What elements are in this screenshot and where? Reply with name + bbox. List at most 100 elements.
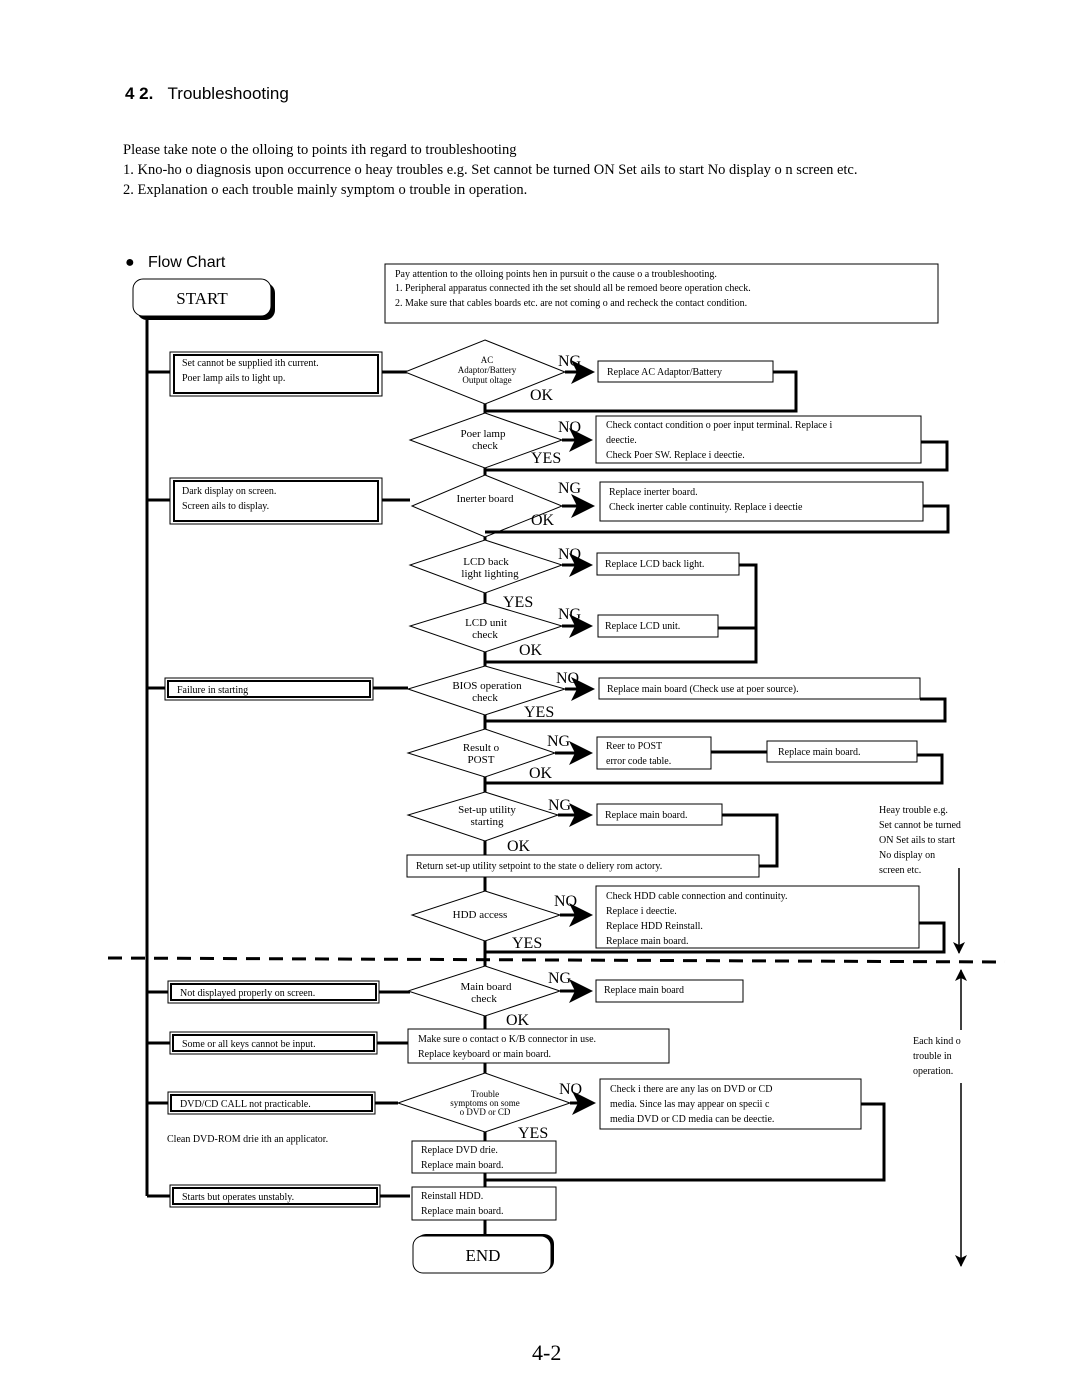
attention-box: Pay attention to the olloing points hen … xyxy=(384,263,939,324)
symptom-text: Not displayed properly on screen. xyxy=(180,988,315,999)
pass-label: YES xyxy=(512,935,542,952)
decision-text: light lighting xyxy=(461,568,519,580)
decision-text: LCD unit xyxy=(465,617,507,629)
symptom-text: Some or all keys cannot be input. xyxy=(182,1039,316,1050)
side-note-line: Set cannot be turned xyxy=(879,820,961,831)
action-box: Check HDD cable connection and continuit… xyxy=(595,885,920,949)
clean-note: Clean DVD-ROM drie ith an applicator. xyxy=(167,1134,328,1145)
decision-ac-adaptor: AC Adaptor/Battery Output oltage NG OK xyxy=(403,339,582,405)
action-box: Replace main board. xyxy=(596,803,723,826)
decision-text: check xyxy=(472,440,498,452)
attention-line-1: Pay attention to the olloing points hen … xyxy=(395,269,717,280)
symptom-text: Poer lamp ails to light up. xyxy=(182,373,285,384)
action-text: Replace LCD unit. xyxy=(605,621,680,632)
action-text: Make sure o contact o K/B connector in u… xyxy=(418,1034,596,1045)
pass-label: OK xyxy=(506,1012,530,1029)
symptom-box: Some or all keys cannot be input. xyxy=(147,1031,408,1055)
decision-text: check xyxy=(472,629,498,641)
decision-text: POST xyxy=(468,754,495,766)
decision-inverter-board: Inerter board NG OK xyxy=(410,474,582,538)
troubleshooting-flowchart: Pay attention to the olloing points hen … xyxy=(107,263,1006,1274)
action-text: Replace keyboard or main board. xyxy=(418,1049,551,1060)
decision-text: Poer lamp xyxy=(461,428,506,440)
action-box: Reinstall HDD. Replace main board. xyxy=(411,1186,557,1221)
decision-lcd-unit: LCD unit check NG OK xyxy=(408,602,582,659)
action-text: Replace main board. xyxy=(778,747,860,758)
action-box: Check contact condition o poer input ter… xyxy=(595,415,922,464)
action-text: Return set-up utility setpoint to the st… xyxy=(416,861,662,872)
action-box: Replace main board xyxy=(595,979,744,1003)
pass-label: OK xyxy=(519,642,543,659)
fail-label: NO xyxy=(558,419,581,436)
symptom-box: Set cannot be supplied ith current. Poer… xyxy=(147,351,410,397)
decision-text: LCD back xyxy=(463,556,509,568)
decision-text: Result o xyxy=(463,742,500,754)
symptom-text: Dark display on screen. xyxy=(182,486,276,497)
action-text: Replace LCD back light. xyxy=(605,559,704,570)
fail-label: NG xyxy=(558,606,582,623)
pass-label: YES xyxy=(518,1125,548,1142)
decision-text: check xyxy=(472,692,498,704)
symptom-box: DVD/CD CALL not practicable. xyxy=(147,1091,398,1115)
decision-text: Output oltage xyxy=(462,375,511,385)
fail-label: NG xyxy=(548,970,572,987)
action-text: Check contact condition o poer input ter… xyxy=(606,420,833,431)
symptom-box: Failure in starting xyxy=(147,677,408,701)
action-text: Replace main board. xyxy=(605,810,687,821)
pass-label: YES xyxy=(531,450,561,467)
action-text: Check Poer SW. Replace i deectie. xyxy=(606,450,745,461)
action-box: Replace main board (Check use at poer so… xyxy=(598,677,921,700)
side-note-heavy-trouble: Heay trouble e.g. Set cannot be turned O… xyxy=(879,805,961,876)
side-note-line: Each kind o xyxy=(913,1036,961,1047)
decision-power-lamp: Poer lamp check NO YES xyxy=(408,412,581,469)
side-note-each-kind: Each kind o trouble in operation. xyxy=(913,1036,961,1077)
start-label: START xyxy=(176,289,228,308)
fail-label: NO xyxy=(558,546,581,563)
action-text: Check HDD cable connection and continuit… xyxy=(606,891,788,902)
pass-label: YES xyxy=(524,704,554,721)
side-note-line: trouble in xyxy=(913,1051,952,1062)
side-note-line: ON Set ails to start xyxy=(879,835,955,846)
action-text: Replace AC Adaptor/Battery xyxy=(607,367,722,378)
decision-text: AC xyxy=(481,355,494,365)
decision-text: Inerter board xyxy=(456,493,514,505)
action-text: Reer to POST xyxy=(606,741,662,752)
section-divider-dashed xyxy=(107,956,1006,964)
symptom-box: Not displayed properly on screen. xyxy=(147,980,410,1004)
end-terminal: END xyxy=(412,1234,554,1274)
action-box: Replace LCD unit. xyxy=(597,614,719,638)
decision-bios: BIOS operation check NO YES xyxy=(406,665,579,721)
action-text: Replace main board xyxy=(604,985,684,996)
pass-label: OK xyxy=(529,765,553,782)
action-text: Replace inerter board. xyxy=(609,487,698,498)
action-box: Replace LCD back light. xyxy=(596,552,740,576)
action-box: Reer to POST error code table. xyxy=(596,736,712,770)
decision-text: HDD access xyxy=(453,909,508,921)
symptom-text: Failure in starting xyxy=(177,685,248,696)
decision-post: Result o POST NG OK xyxy=(406,728,571,782)
action-text: Replace main board. xyxy=(421,1160,503,1171)
side-note-line: operation. xyxy=(913,1066,953,1077)
pass-label: OK xyxy=(507,838,531,855)
decision-text: o DVD or CD xyxy=(460,1107,511,1117)
side-note-line: No display on xyxy=(879,850,935,861)
fail-label: NO xyxy=(556,670,579,687)
fail-label: NG xyxy=(558,353,582,370)
decision-text: Adaptor/Battery xyxy=(458,365,517,375)
decision-hdd-access: HDD access NO YES xyxy=(410,890,577,952)
symptom-text: Starts but operates unstably. xyxy=(182,1192,294,1203)
action-box: Replace DVD drie. Replace main board. xyxy=(411,1140,557,1174)
action-box: Replace inerter board. Check inerter cab… xyxy=(599,481,924,522)
decision-text: Set-up utility xyxy=(458,804,516,816)
action-text: Check i there are any las on DVD or CD xyxy=(610,1084,772,1095)
action-text: media DVD or CD media can be deectie. xyxy=(610,1114,774,1125)
decision-text: Main board xyxy=(460,981,512,993)
decision-setup-utility: Set-up utility starting NG OK xyxy=(406,791,572,855)
action-text: Reinstall HDD. xyxy=(421,1191,483,1202)
attention-line-2: 1. Peripheral apparatus connected ith th… xyxy=(395,283,751,294)
decision-lcd-backlight: LCD back light lighting NO YES xyxy=(408,539,581,611)
attention-line-3: 2. Make sure that cables boards etc. are… xyxy=(395,298,747,309)
pass-label: YES xyxy=(503,594,533,611)
fail-label: NO xyxy=(554,893,577,910)
action-box: Check i there are any las on DVD or CD m… xyxy=(599,1078,862,1130)
